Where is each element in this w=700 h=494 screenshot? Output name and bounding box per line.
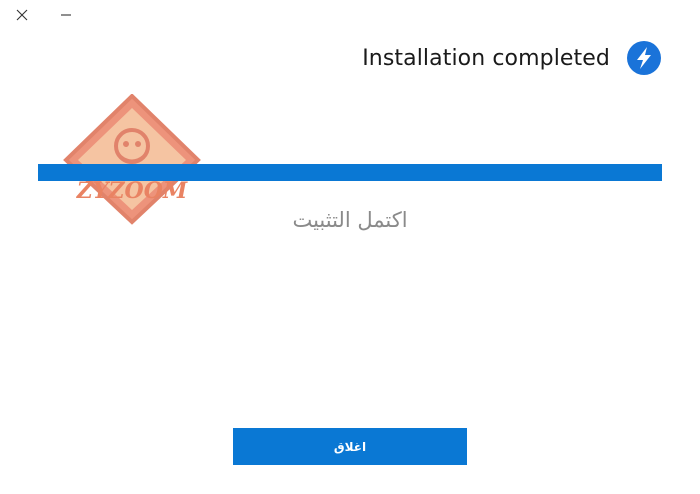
- status-message: اكتمل التثبيت: [292, 208, 408, 232]
- watermark-text: ZYZOOM: [76, 178, 188, 204]
- page-title: Installation completed: [362, 45, 610, 71]
- window-minimize-button[interactable]: [52, 4, 80, 26]
- progress-bar: [38, 164, 662, 181]
- close-icon: [16, 9, 28, 21]
- installer-window: Installation completed ZYZOOM اكتمل التث…: [0, 0, 700, 494]
- minimize-icon: [61, 14, 71, 16]
- close-button[interactable]: اغلاق: [233, 428, 467, 465]
- progress-bar-fill: [38, 164, 662, 181]
- window-close-button[interactable]: [8, 4, 36, 26]
- lightning-bolt-icon: [627, 41, 661, 75]
- header: Installation completed: [362, 40, 662, 76]
